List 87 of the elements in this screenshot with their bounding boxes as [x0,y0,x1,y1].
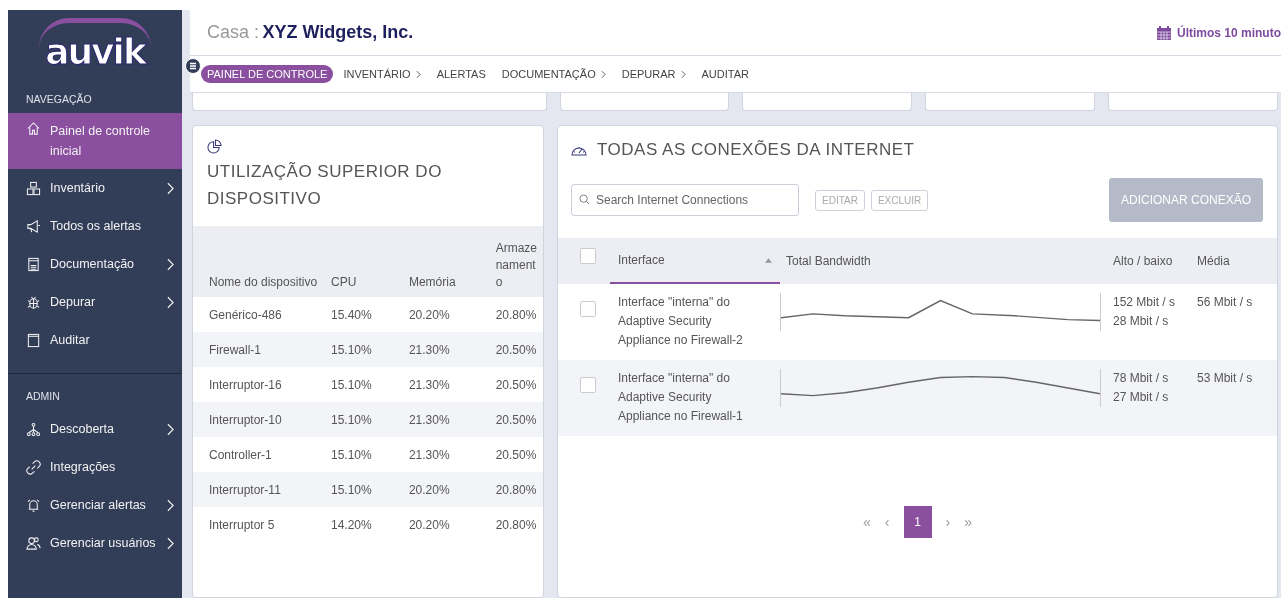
sidebar-item[interactable]: Descoberta [8,410,182,448]
table-cell: 20.20% [402,507,490,542]
table-cell: Interruptor-10 [193,402,325,437]
table-cell: 20.80% [489,472,543,507]
table-cell: 21.30% [402,332,490,367]
table-cell: 20.50% [489,437,543,472]
logo: auvik [39,18,151,81]
users-icon [26,535,41,551]
table-cell: 21.30% [402,402,490,437]
checkbox[interactable] [580,301,596,317]
search-field[interactable]: Search Internet Connections [571,184,799,216]
nav-tab[interactable]: AUDITAR [695,65,755,83]
nav-tab[interactable]: DEPURAR [615,65,692,83]
sidebar-item[interactable]: Inventário [8,169,182,207]
table-cell: 20.80% [489,297,543,332]
table-cell: Interruptor 5 [193,507,325,542]
sidebar-item[interactable]: Gerenciar usuários [8,524,182,562]
column-header: CPU [325,226,403,297]
table-cell: 15.10% [325,472,403,507]
table-cell: 15.10% [325,367,403,402]
panel-title: UTILIZAÇÃO SUPERIOR DO DISPOSITIVO [207,161,443,210]
table-cell: 20.50% [489,332,543,367]
table-cell-text: 28 Mbit / s [1113,313,1169,330]
table-cell-text: 152 Mbit / s [1113,294,1176,311]
table-cell-text: 78 Mbit / s [1113,370,1169,387]
table-cell-text: 53 Mbit / s [1197,370,1254,387]
table-cell: 20.50% [489,367,543,402]
bell-icon [26,497,41,513]
calendar-icon [1157,25,1171,40]
table-cell-text: 56 Mbit / s [1197,294,1254,311]
home-icon [26,121,41,136]
sort-arrow-icon [765,257,772,263]
table-cell: 14.20% [325,507,403,542]
clipboard-icon [26,332,41,348]
sidebar-item[interactable]: Painel de controle inicial [8,113,182,169]
document-icon [26,256,41,272]
column-header: Memória [402,226,490,297]
table-cell-text: 27 Mbit / s [1113,389,1169,406]
network-icon [26,421,41,437]
pie-chart-icon [207,139,222,154]
search-icon [579,194,590,205]
table-cell: 20.20% [402,472,490,507]
table-cell: 15.40% [325,297,403,332]
table-cell-text: Interface "interna" do Adaptive Security Appliance no Firewall-2 [618,294,744,349]
table-cell: Genérico-486 [193,297,325,332]
table-cell: Interruptor-16 [193,367,325,402]
link-icon [26,459,41,475]
nav-tab[interactable]: PAINEL DE CONTROLE [201,65,334,83]
table-cell-text: Interface "interna" do Adaptive Security Appliance no Firewall-1 [618,370,744,425]
column-header: Armaze nament o [489,226,543,297]
table-cell: Controller-1 [193,437,325,472]
bug-icon [26,294,41,310]
table-cell: 15.10% [325,437,403,472]
checkbox[interactable] [580,248,596,264]
sidebar-item[interactable]: Documentação [8,245,182,283]
table-cell: 15.10% [325,402,403,437]
sidebar-item[interactable]: Depurar [8,283,182,321]
table-cell: Interruptor-11 [193,472,325,507]
nav-tab[interactable]: ALERTAS [430,65,492,83]
sidebar-item[interactable]: Auditar [8,321,182,359]
table-cell: Firewall-1 [193,332,325,367]
table-cell: 21.30% [402,367,490,402]
menu-icon[interactable] [185,58,201,74]
table-cell: 15.10% [325,332,403,367]
section-heading: NAVEGAÇÃO [25,93,93,107]
table-cell: 20.80% [489,507,543,542]
boxes-icon [26,180,41,196]
column-header: Nome do dispositivo [193,226,325,297]
sidebar-item[interactable]: Integrações [8,448,182,486]
panel-title: TODAS AS CONEXÕES DA INTERNET [597,140,915,160]
checkbox[interactable] [580,377,596,393]
page-title: XYZ Widgets, Inc. [262,22,414,42]
table-cell: 21.30% [402,437,490,472]
column-header[interactable]: Total Bandwidth [780,238,1113,284]
nav-tab[interactable]: INVENTÁRIO [337,65,427,83]
table-cell: 20.50% [489,402,543,437]
page-button[interactable]: 1 [903,506,932,538]
table-cell: 20.20% [402,297,490,332]
time-range-button[interactable]: Últimos 10 minuto [1157,25,1281,40]
column-header[interactable]: Alto / baixo [1113,238,1197,284]
column-header[interactable]: Média [1197,238,1277,284]
nav-tab[interactable]: DOCUMENTAÇÃO [495,65,612,83]
sidebar-item[interactable]: Gerenciar alertas [8,486,182,524]
megaphone-icon [26,218,41,234]
column-header[interactable]: Interface [610,238,780,284]
section-heading: ADMIN [25,390,61,404]
sidebar-item[interactable]: Todos os alertas [8,207,182,245]
